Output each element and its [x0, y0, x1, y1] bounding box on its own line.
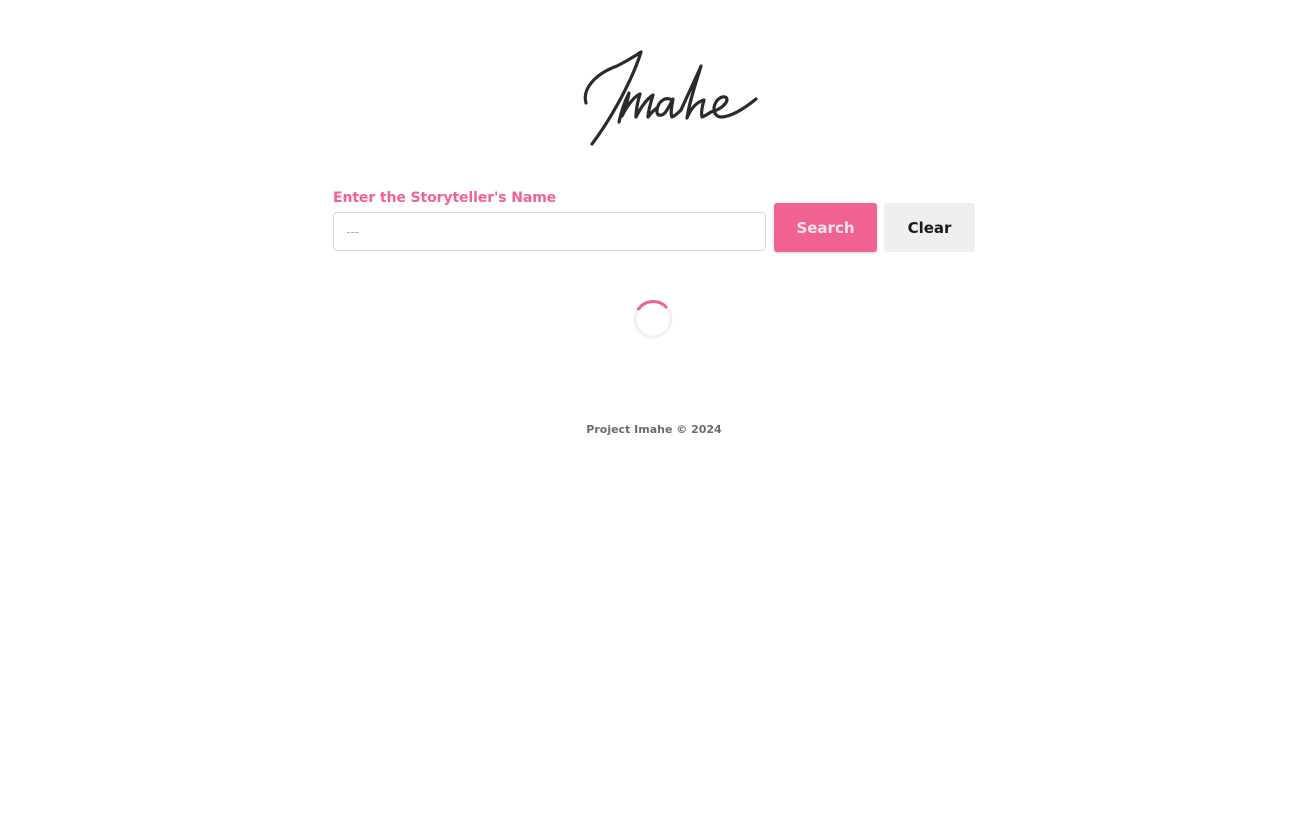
imahe-logo [583, 50, 758, 146]
storyteller-name-input[interactable] [333, 212, 766, 251]
search-form: Enter the Storyteller's Name Search Clea… [333, 189, 978, 253]
footer-copyright: Project Imahe © 2024 [586, 423, 722, 436]
search-button[interactable]: Search [774, 203, 877, 252]
storyteller-name-label: Enter the Storyteller's Name [333, 190, 557, 206]
page: Enter the Storyteller's Name Search Clea… [0, 0, 1308, 816]
loading-spinner-icon [633, 299, 673, 339]
clear-button[interactable]: Clear [884, 203, 975, 252]
